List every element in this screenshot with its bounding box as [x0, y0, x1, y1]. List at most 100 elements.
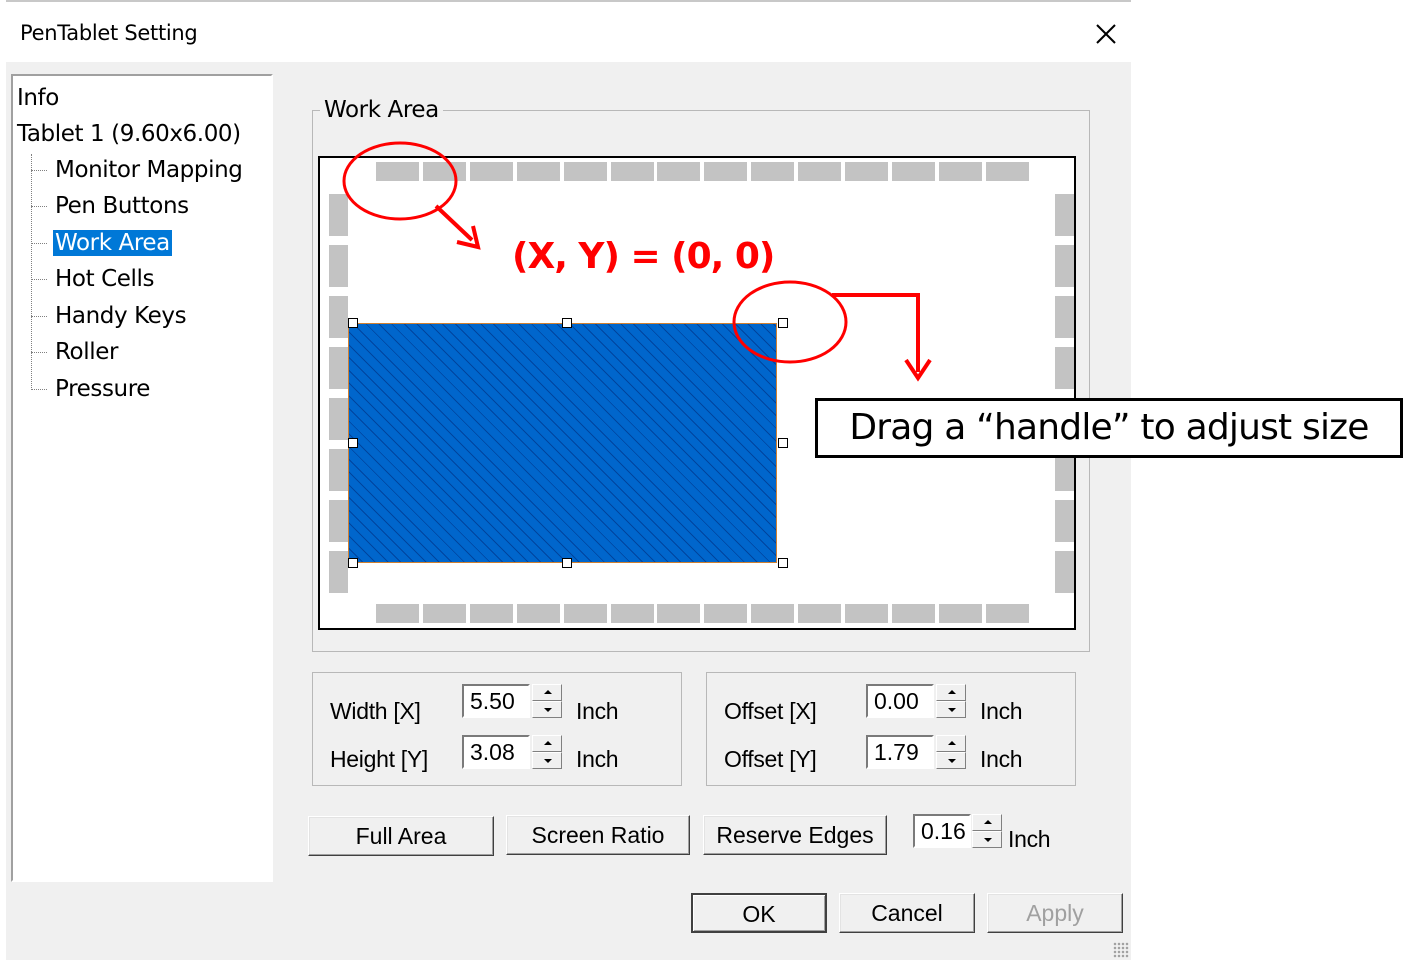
annotation-coordinates: (X, Y) = (0, 0)	[512, 236, 775, 277]
ok-button[interactable]: OK	[691, 893, 827, 933]
hot-cell-left	[329, 500, 348, 542]
tree-connector	[31, 243, 47, 244]
reserve-edges-input[interactable]	[913, 814, 971, 848]
hot-cell-bottom	[892, 604, 935, 623]
hot-cell-bottom	[376, 604, 419, 623]
tree-item-roller[interactable]: Roller	[53, 338, 120, 366]
tree-item-hot-cells[interactable]: Hot Cells	[53, 265, 156, 293]
tree-connector	[31, 170, 47, 171]
hot-cell-top	[704, 162, 747, 181]
height-unit: Inch	[576, 746, 619, 772]
tree-item-label: Hot Cells	[55, 266, 155, 292]
resize-handle-left[interactable]	[348, 438, 358, 448]
offset-y-label: Offset [Y]	[724, 746, 817, 772]
resize-grip[interactable]	[1113, 942, 1129, 958]
resize-handle-bottom-right[interactable]	[778, 558, 788, 568]
hot-cell-top	[939, 162, 982, 181]
offset-y-spinner[interactable]	[936, 735, 966, 769]
tree-item-label: Roller	[55, 339, 119, 365]
resize-handle-top[interactable]	[562, 318, 572, 328]
hot-cell-top	[892, 162, 935, 181]
width-input[interactable]	[462, 684, 530, 718]
offset-y-input[interactable]	[866, 735, 934, 769]
tree-item-label: Tablet 1 (9.60x6.00)	[17, 121, 241, 147]
hot-cell-bottom	[517, 604, 560, 623]
hot-cell-bottom	[845, 604, 888, 623]
tree-item-pressure[interactable]: Pressure	[53, 375, 152, 403]
screen-ratio-button[interactable]: Screen Ratio	[506, 815, 690, 855]
settings-tree: Info Tablet 1 (9.60x6.00) Monitor Mappin…	[11, 74, 273, 882]
hot-cell-top	[470, 162, 513, 181]
tree-item-info[interactable]: Info	[17, 84, 59, 112]
tree-connector	[31, 154, 32, 390]
hot-cell-top	[376, 162, 419, 181]
close-icon	[1096, 24, 1116, 44]
close-button[interactable]	[1088, 16, 1124, 52]
hot-cell-right	[1055, 296, 1074, 338]
resize-handle-bottom-left[interactable]	[348, 558, 358, 568]
tree-item-pen-buttons[interactable]: Pen Buttons	[53, 192, 191, 220]
hot-cell-left	[329, 398, 348, 440]
reserve-edges-button[interactable]: Reserve Edges	[703, 815, 887, 855]
tree-item-label: Pen Buttons	[55, 193, 189, 219]
hot-cell-right	[1055, 551, 1074, 593]
hot-cell-bottom	[657, 604, 700, 623]
hot-cell-bottom	[704, 604, 747, 623]
tree-item-label: Monitor Mapping	[55, 157, 243, 183]
apply-button[interactable]: Apply	[987, 893, 1123, 933]
offset-x-unit: Inch	[980, 698, 1023, 724]
tree-item-handy-keys[interactable]: Handy Keys	[53, 302, 188, 330]
hot-cell-left	[329, 449, 348, 491]
height-label: Height [Y]	[330, 746, 428, 772]
hot-cell-bottom	[751, 604, 794, 623]
tree-connector	[31, 352, 47, 353]
hot-cell-right	[1055, 245, 1074, 287]
reserve-edges-spinner[interactable]	[972, 814, 1002, 848]
full-area-button[interactable]: Full Area	[308, 816, 494, 856]
hot-cell-bottom	[611, 604, 654, 623]
hot-cell-right	[1055, 194, 1074, 236]
window-title: PenTablet Setting	[20, 21, 198, 45]
reserve-edges-unit: Inch	[1008, 826, 1051, 852]
width-spinner[interactable]	[532, 684, 562, 718]
tree-item-tablet[interactable]: Tablet 1 (9.60x6.00)	[17, 120, 241, 148]
hot-cell-bottom	[798, 604, 841, 623]
annotation-handle-note: Drag a “handle” to adjust size	[815, 398, 1403, 458]
tree-item-work-area[interactable]: Work Area	[53, 229, 172, 257]
offset-x-input[interactable]	[866, 684, 934, 718]
work-area-legend: Work Area	[320, 97, 443, 123]
hot-cell-top	[423, 162, 466, 181]
tree-connector	[31, 316, 47, 317]
tree-item-monitor-mapping[interactable]: Monitor Mapping	[53, 156, 244, 184]
tree-item-label: Handy Keys	[55, 303, 187, 329]
hot-cell-left	[329, 296, 348, 338]
hot-cell-bottom	[986, 604, 1029, 623]
hot-cell-left	[329, 551, 348, 593]
hot-cell-top	[517, 162, 560, 181]
hot-cell-bottom	[423, 604, 466, 623]
cancel-button[interactable]: Cancel	[839, 893, 975, 933]
resize-handle-right[interactable]	[778, 438, 788, 448]
work-area-rectangle[interactable]	[348, 323, 777, 563]
tree-item-label: Work Area	[53, 230, 172, 256]
hot-cell-left	[329, 347, 348, 389]
resize-handle-bottom[interactable]	[562, 558, 572, 568]
hot-cell-right	[1055, 500, 1074, 542]
resize-handle-top-right[interactable]	[778, 318, 788, 328]
hot-cell-left	[329, 194, 348, 236]
height-input[interactable]	[462, 735, 530, 769]
hot-cell-bottom	[470, 604, 513, 623]
tree-connector	[31, 279, 47, 280]
hot-cell-top	[611, 162, 654, 181]
title-bar: PenTablet Setting	[6, 0, 1131, 62]
offset-y-unit: Inch	[980, 746, 1023, 772]
resize-handle-top-left[interactable]	[348, 318, 358, 328]
offset-x-label: Offset [X]	[724, 698, 817, 724]
tree-connector	[31, 389, 47, 390]
hot-cell-top	[657, 162, 700, 181]
tree-item-label: Info	[17, 85, 59, 111]
offset-x-spinner[interactable]	[936, 684, 966, 718]
hot-cell-top	[564, 162, 607, 181]
height-spinner[interactable]	[532, 735, 562, 769]
hot-cell-top	[751, 162, 794, 181]
